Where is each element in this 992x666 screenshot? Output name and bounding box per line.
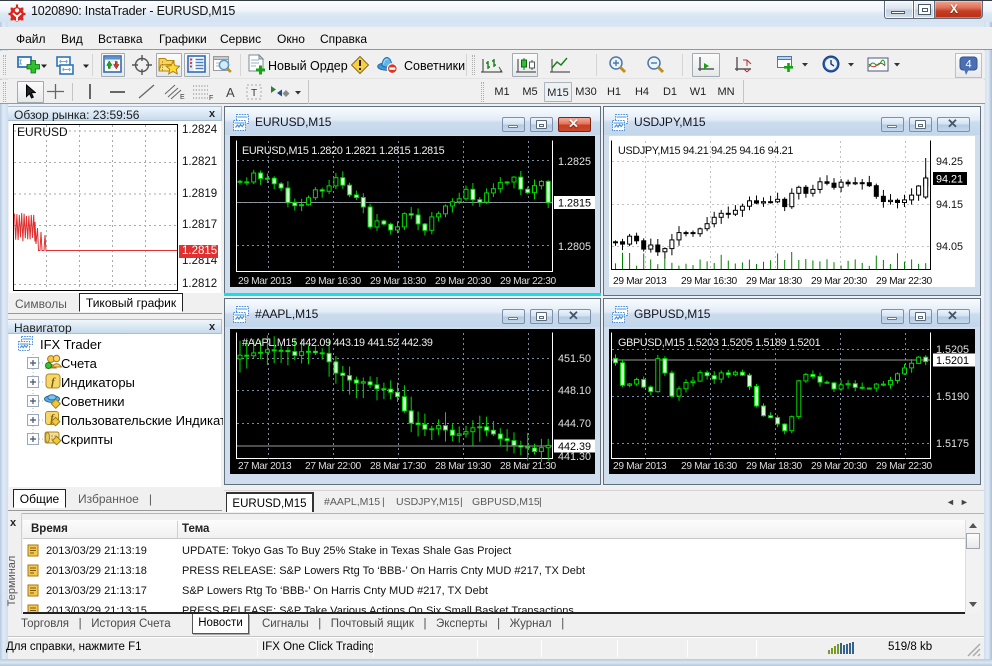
svg-text:GBPUSD,M15 1.5203 1.5205 1.51: GBPUSD,M15 1.5203 1.5205 1.5189 1.5201 xyxy=(618,337,821,349)
svg-text:29 Mar 20:30: 29 Mar 20:30 xyxy=(811,461,868,472)
svg-text:29 Mar 2013: 29 Mar 2013 xyxy=(613,461,667,472)
svg-text:1.5190: 1.5190 xyxy=(936,391,969,403)
svg-text:29 Mar 22:30: 29 Mar 22:30 xyxy=(876,461,933,472)
svg-text:29 Mar 18:30: 29 Mar 18:30 xyxy=(746,461,803,472)
svg-text:1.5175: 1.5175 xyxy=(936,438,969,450)
svg-text:1.5201: 1.5201 xyxy=(936,355,969,367)
svg-text:29 Mar 16:30: 29 Mar 16:30 xyxy=(681,461,738,472)
